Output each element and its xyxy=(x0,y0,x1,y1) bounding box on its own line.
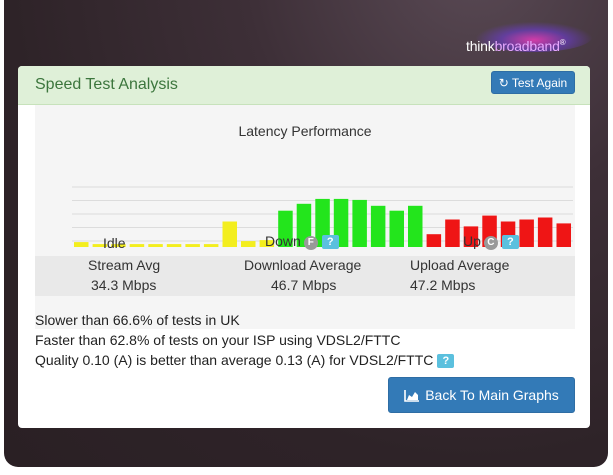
phase-label-idle: Idle xyxy=(103,235,126,251)
phase-label-up: Up C? xyxy=(463,233,519,250)
latency-bar-down-7 xyxy=(389,210,404,247)
latency-bar-idle-9 xyxy=(222,221,237,247)
down-help-button[interactable]: ? xyxy=(321,235,339,249)
test-again-label: Test Again xyxy=(511,76,568,90)
latency-bar-idle-8 xyxy=(203,244,219,247)
latency-bar-down-5 xyxy=(352,199,367,247)
download-average-label: Download Average xyxy=(244,257,362,273)
speed-test-panel: Speed Test Analysis ↻ Test Again Latency … xyxy=(18,66,590,428)
latency-bar-up-8 xyxy=(556,223,571,247)
phase-idle-text: Idle xyxy=(103,235,126,251)
upload-average-label: Upload Average xyxy=(410,257,510,273)
summary-quality-text: Quality 0.10 (A) is better than average … xyxy=(35,352,434,368)
up-help-button[interactable]: ? xyxy=(501,235,519,249)
latency-bar-idle-1 xyxy=(74,242,89,247)
latency-bar-up-7 xyxy=(537,217,553,247)
summary-quality: Quality 0.10 (A) is better than average … xyxy=(35,350,455,370)
latency-bar-up-2 xyxy=(445,219,460,247)
phase-up-text: Up xyxy=(463,233,481,249)
logo-suffix: broadband xyxy=(494,38,560,54)
test-again-button[interactable]: ↻ Test Again xyxy=(491,71,575,94)
summary-uk-comparison: Slower than 66.6% of tests in UK xyxy=(35,312,240,328)
refresh-icon: ↻ xyxy=(498,76,509,90)
up-grade-badge: C xyxy=(483,236,498,250)
latency-bar-up-6 xyxy=(519,219,534,247)
phase-label-down: Down F? xyxy=(265,233,339,250)
speed-stats-row: Stream Avg 34.3 Mbps Download Average 46… xyxy=(35,256,575,296)
logo-wordmark: thinkbroadband® xyxy=(466,38,566,54)
panel-header: Speed Test Analysis ↻ Test Again xyxy=(18,66,590,105)
latency-bar-up-1 xyxy=(426,234,442,247)
quality-help-button[interactable]: ? xyxy=(437,354,455,368)
latency-bar-idle-6 xyxy=(166,244,182,247)
logo-trademark: ® xyxy=(559,38,566,47)
latency-bar-idle-4 xyxy=(129,244,145,247)
speed-summary: Slower than 66.6% of tests in UK Faster … xyxy=(35,310,455,370)
latency-bar-idle-7 xyxy=(185,244,200,247)
phase-down-text: Down xyxy=(265,233,301,249)
summary-isp-comparison: Faster than 62.8% of tests on your ISP u… xyxy=(35,332,401,348)
upload-average-value: 47.2 Mbps xyxy=(410,277,476,293)
download-average-value: 46.7 Mbps xyxy=(271,277,337,293)
area-chart-icon xyxy=(404,390,420,402)
panel-title: Speed Test Analysis xyxy=(35,76,178,93)
latency-bar-idle-10 xyxy=(241,241,256,247)
latency-bar-down-8 xyxy=(408,205,423,247)
latency-bar-idle-5 xyxy=(148,244,163,247)
back-to-main-graphs-button[interactable]: Back To Main Graphs xyxy=(388,377,575,413)
stream-avg-label: Stream Avg xyxy=(88,257,161,273)
logo-prefix: think xyxy=(466,38,495,54)
down-grade-badge: F xyxy=(303,236,318,250)
stream-avg-value: 34.3 Mbps xyxy=(91,277,157,293)
back-button-label: Back To Main Graphs xyxy=(425,387,559,403)
latency-bar-down-6 xyxy=(370,205,386,247)
thinkbroadband-logo[interactable]: thinkbroadband® xyxy=(466,22,594,62)
